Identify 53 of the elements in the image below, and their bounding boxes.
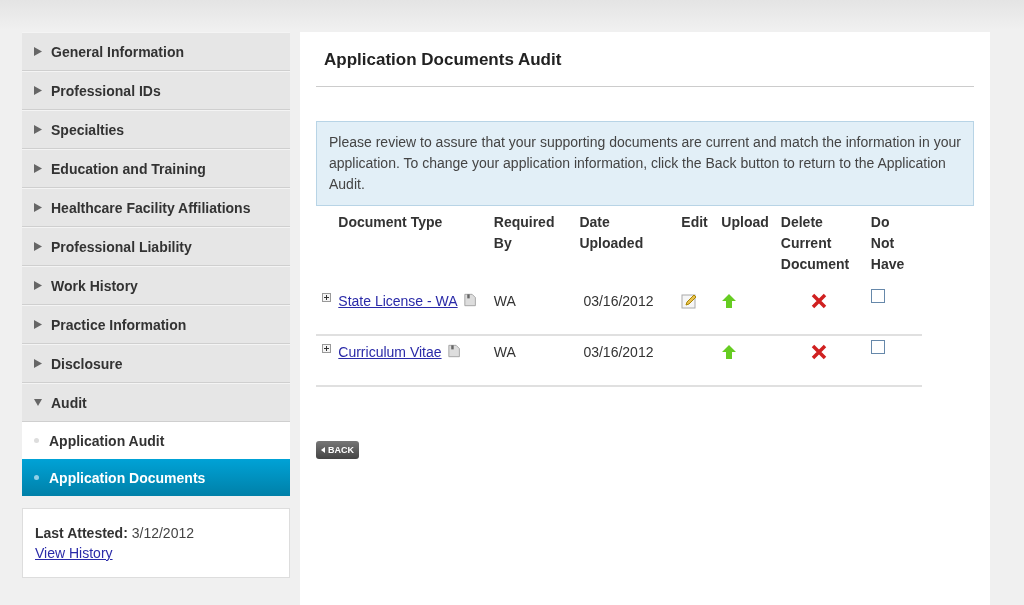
caret-right-icon	[34, 359, 42, 368]
sidebar-item[interactable]: Healthcare Facility Affiliations	[22, 188, 290, 227]
column-header: Edit	[681, 214, 708, 230]
sidebar-subitem[interactable]: Application Documents	[22, 459, 290, 496]
expand-icon[interactable]	[322, 344, 331, 353]
column-header: Upload	[721, 214, 769, 230]
caret-left-icon	[321, 447, 325, 453]
caret-right-icon	[34, 47, 42, 56]
caret-right-icon	[34, 86, 42, 95]
document-link[interactable]: State License - WA	[338, 293, 458, 309]
upload-arrow-icon[interactable]	[721, 344, 738, 360]
caret-down-icon	[34, 398, 42, 407]
caret-right-icon	[34, 164, 42, 173]
column-header: Do Not Have	[870, 214, 905, 272]
document-icon[interactable]	[447, 344, 461, 358]
expand-icon[interactable]	[322, 293, 331, 302]
delete-icon[interactable]	[810, 344, 827, 360]
sidebar-item[interactable]: Specialties	[22, 110, 290, 149]
column-header: Required By	[493, 214, 555, 251]
caret-right-icon	[34, 242, 42, 251]
notice-message: Please review to assure that your supporting documents are current and match the information in your application. To change your application information, click the Back button to return to the Application Audit.	[316, 121, 974, 206]
table-cell-text: 03/16/2012	[582, 344, 654, 360]
column-header: Document Type	[338, 214, 443, 230]
table-cell-text: 03/16/2012	[582, 293, 654, 309]
document-link[interactable]: Curriculum Vitae	[338, 344, 442, 360]
sidebar-item[interactable]: General Information	[22, 32, 290, 71]
document-icon[interactable]	[463, 293, 477, 307]
attested-date: 3/12/2012	[131, 525, 194, 541]
delete-icon[interactable]	[810, 293, 827, 309]
upload-arrow-icon[interactable]	[721, 293, 738, 309]
sidebar-item[interactable]: Education and Training	[22, 149, 290, 188]
sidebar-subitem[interactable]: Application Audit	[22, 422, 290, 459]
sidebar-item[interactable]: Work History	[22, 266, 290, 305]
table-cell: WA	[487, 285, 574, 335]
checkbox[interactable]	[870, 289, 885, 303]
caret-right-icon	[34, 125, 42, 134]
attested-label: Last Attested:	[35, 525, 128, 541]
caret-right-icon	[34, 203, 42, 212]
back-button[interactable]: BACK	[316, 441, 359, 459]
view-history-link[interactable]: View History	[35, 545, 113, 561]
edit-icon[interactable]	[681, 293, 698, 309]
page-title: Application Documents Audit	[316, 32, 974, 87]
caret-right-icon	[34, 281, 42, 290]
caret-right-icon	[34, 320, 42, 329]
table-cell: WA	[487, 335, 574, 386]
sidebar-item[interactable]: Professional Liability	[22, 227, 290, 266]
sidebar-item[interactable]: Professional IDs	[22, 71, 290, 110]
sidebar-item[interactable]: Disclosure	[22, 344, 290, 383]
checkbox[interactable]	[870, 340, 885, 354]
sidebar-item[interactable]: Practice Information	[22, 305, 290, 344]
column-header: Delete Current Document	[780, 214, 850, 272]
sidebar-item[interactable]: Audit	[22, 383, 290, 422]
column-header: Date Uploaded	[579, 214, 644, 251]
